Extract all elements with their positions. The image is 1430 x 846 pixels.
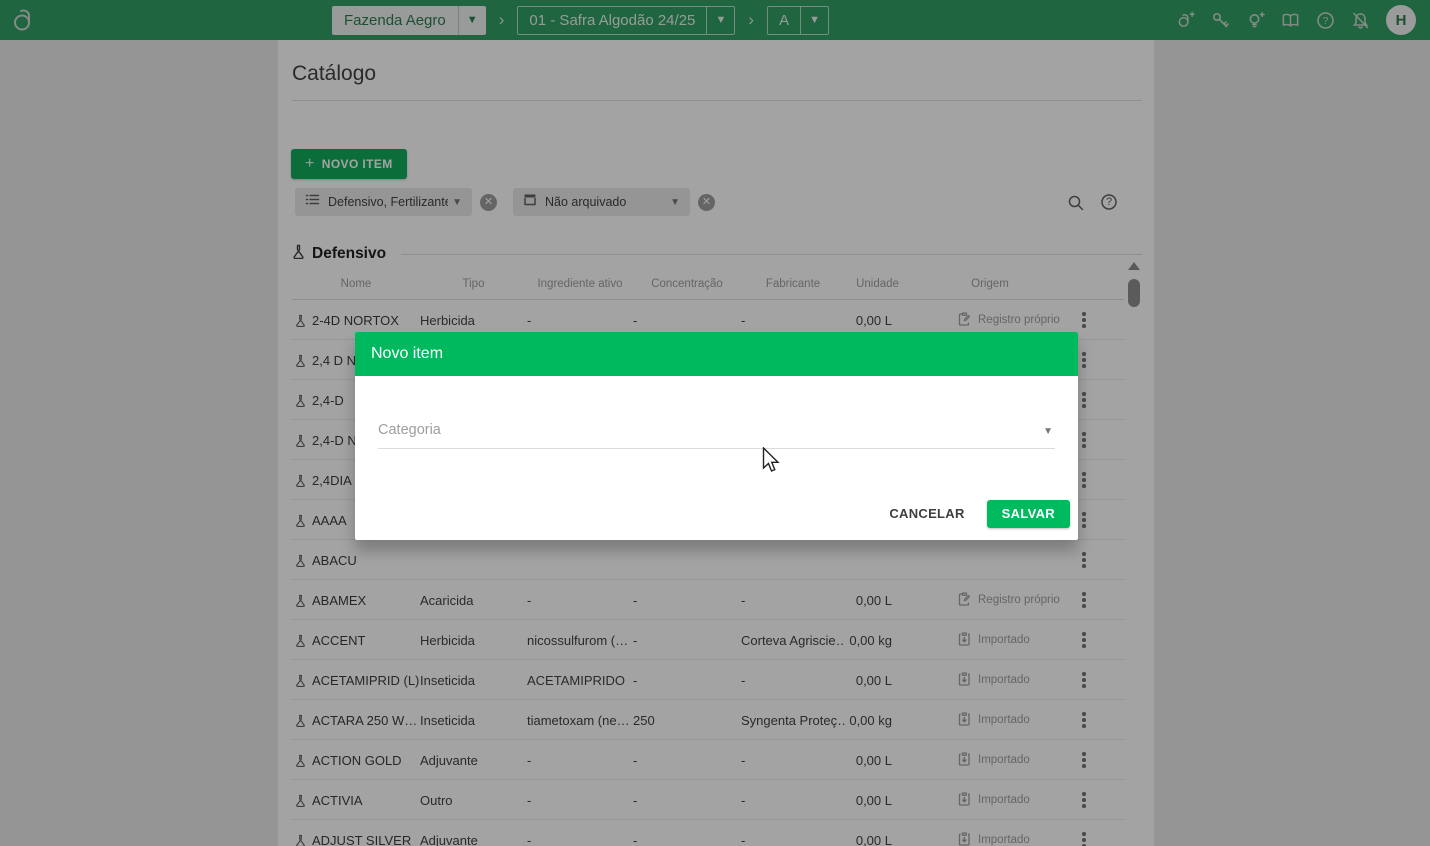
input-underline [378, 448, 1055, 449]
save-button[interactable]: SALVAR [987, 500, 1070, 528]
new-item-modal: Novo item Categoria ▼ CANCELAR SALVAR [355, 332, 1078, 540]
mouse-cursor [762, 447, 781, 479]
category-select[interactable]: Categoria ▼ [378, 422, 1055, 449]
app-window: Fazenda Aegro ▼ › 01 - Safra Algodão 24/… [0, 0, 1430, 846]
category-placeholder: Categoria [378, 422, 1055, 438]
modal-actions: CANCELAR SALVAR [879, 499, 1070, 528]
modal-title: Novo item [355, 332, 1078, 376]
chevron-down-icon[interactable]: ▼ [1043, 426, 1053, 437]
cancel-button[interactable]: CANCELAR [879, 499, 974, 528]
